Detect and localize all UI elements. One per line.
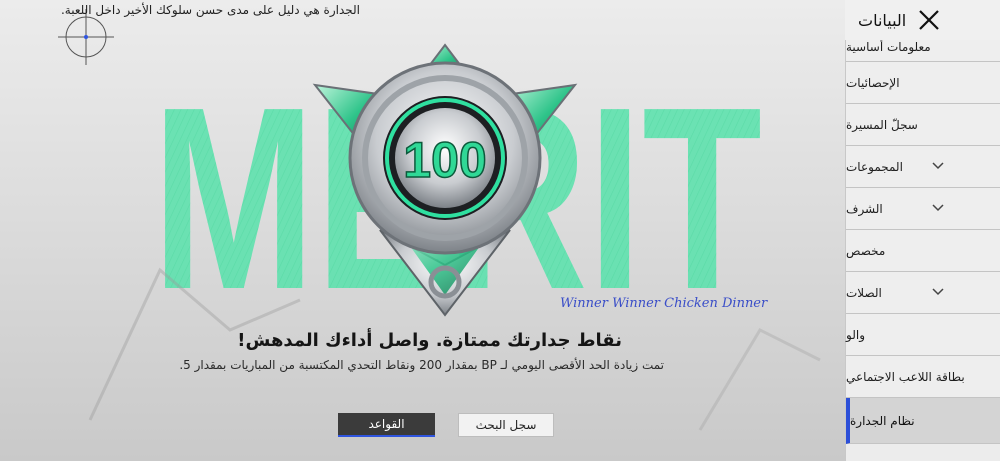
rules-button[interactable]: القواعد: [338, 413, 435, 437]
sidebar-item-wallo[interactable]: والو: [846, 314, 1000, 356]
sidebar-item-social-card[interactable]: بطاقة اللاعب الاجتماعي: [846, 356, 1000, 398]
sidebar-item-merit-system[interactable]: نظام الجدارة: [846, 398, 1000, 444]
merit-medal: 100: [312, 43, 578, 317]
panel-title: البيانات: [858, 11, 907, 30]
sidebar-item-career[interactable]: سجلّ المسيرة: [846, 104, 1000, 146]
crosshair-icon: [58, 9, 114, 65]
sidebar-item-label: المجموعات: [846, 159, 903, 174]
chevron-down-icon: [932, 162, 944, 170]
chevron-down-icon: [932, 288, 944, 296]
sidebar-item-label: الإحصائيات: [846, 75, 900, 90]
chevron-down-icon: [932, 204, 944, 212]
close-icon[interactable]: [918, 9, 940, 31]
sidebar-item-label: والو: [846, 327, 865, 342]
sidebar: معلومات أساسية الإحصائيات سجلّ المسيرة ا…: [845, 40, 1000, 461]
sidebar-item-statistics[interactable]: الإحصائيات: [846, 62, 1000, 104]
sidebar-item-label: الصلات: [846, 285, 882, 300]
sidebar-item-label: مخصص: [846, 243, 886, 258]
merit-hint-text: الجدارة هي دليل على مدى حسن سلوكك الأخير…: [60, 3, 360, 17]
sidebar-item-honor[interactable]: الشرف: [846, 188, 1000, 230]
merit-score: 100: [403, 132, 486, 188]
merit-headline: نقاط جدارتك ممتازة. واصل أداءك المدهش!: [237, 330, 622, 351]
sidebar-item-label: نظام الجدارة: [850, 413, 915, 428]
merit-description: تمت زيادة الحد الأقصى اليومي لـ BP بمقدا…: [179, 358, 664, 372]
sidebar-item-label: الشرف: [846, 201, 883, 216]
sidebar-item-label: سجلّ المسيرة: [846, 117, 918, 132]
sidebar-item-custom[interactable]: مخصص: [846, 230, 1000, 272]
sidebar-item-connections[interactable]: الصلات: [846, 272, 1000, 314]
sidebar-item-collections[interactable]: المجموعات: [846, 146, 1000, 188]
sidebar-item-basic-info[interactable]: معلومات أساسية: [846, 40, 1000, 62]
sidebar-item-label: بطاقة اللاعب الاجتماعي: [846, 369, 965, 384]
search-history-button[interactable]: سجل البحث: [458, 413, 554, 437]
signature-text: Winner Winner Chicken Dinner: [560, 296, 768, 311]
sidebar-item-label: معلومات أساسية: [846, 40, 931, 54]
